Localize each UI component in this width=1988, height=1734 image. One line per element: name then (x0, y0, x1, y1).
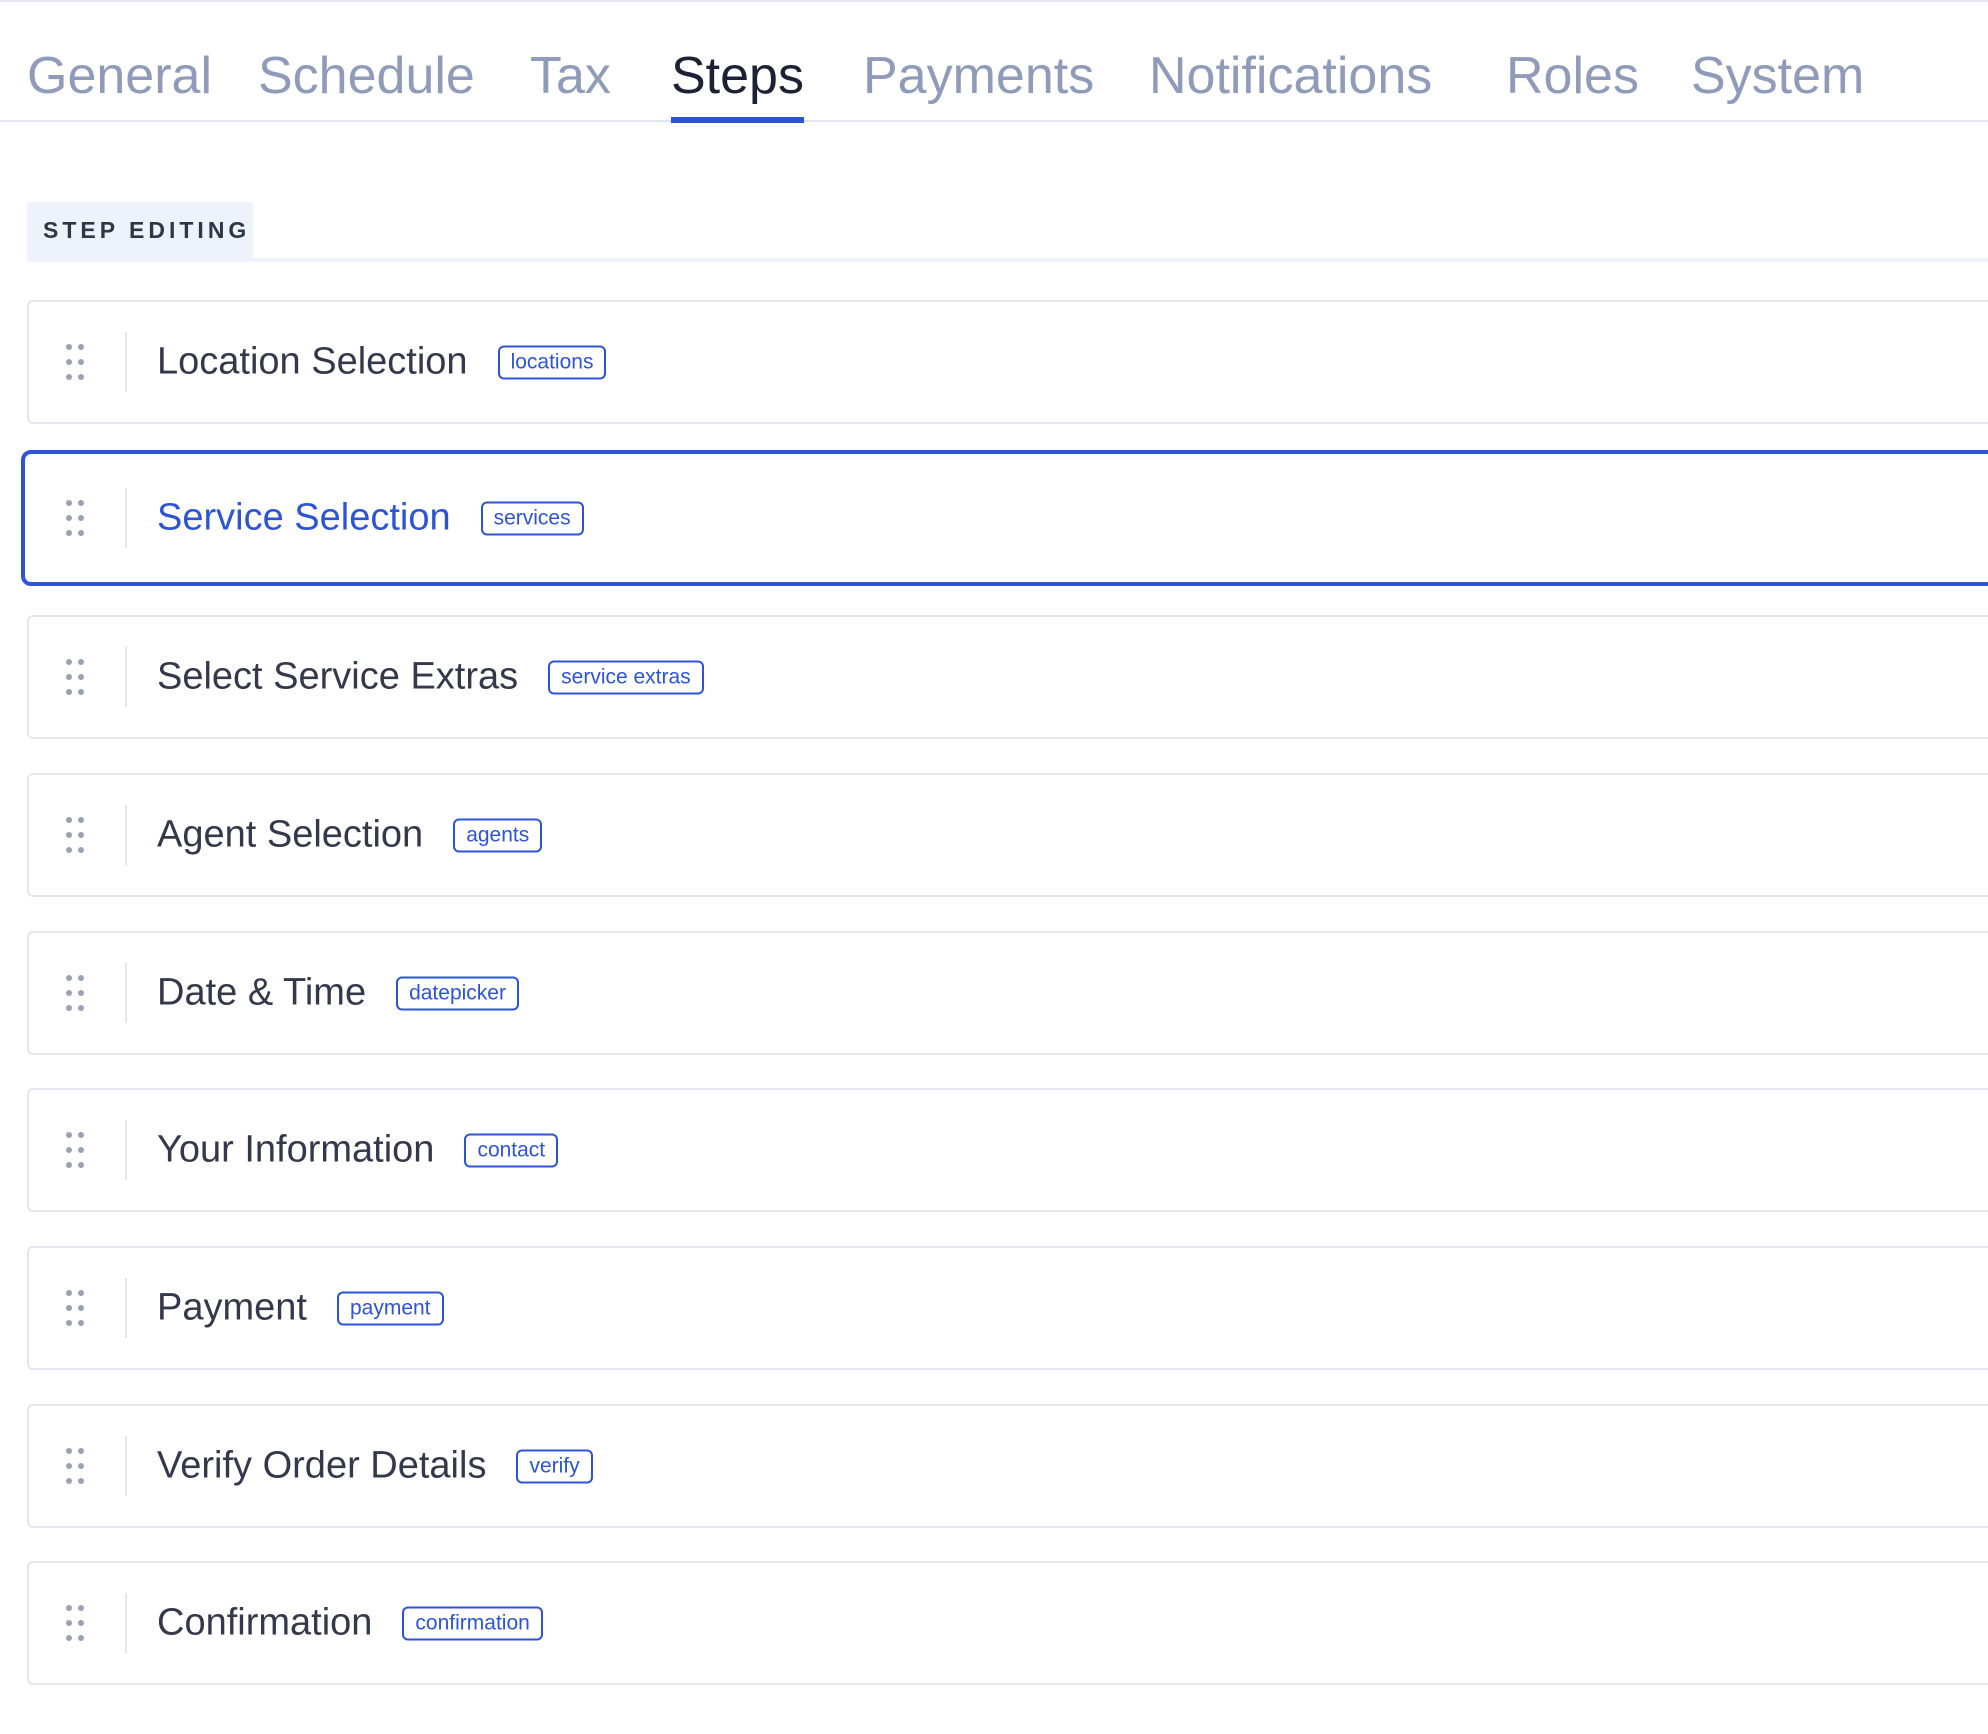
step-row-your-information[interactable]: Your Information contact (27, 1088, 1988, 1212)
step-title: Confirmation confirmation (157, 1602, 543, 1645)
row-divider (125, 805, 127, 865)
tab-schedule[interactable]: Schedule (258, 46, 475, 106)
step-row-select-service-extras[interactable]: Select Service Extras service extras (27, 615, 1988, 739)
step-code-badge: verify (516, 1449, 593, 1483)
step-title: Service Selection services (157, 497, 584, 540)
step-label: Confirmation (157, 1601, 373, 1644)
drag-handle-icon[interactable] (66, 657, 86, 697)
step-label: Select Service Extras (157, 655, 519, 698)
step-row-agent-selection[interactable]: Agent Selection agents (27, 773, 1988, 897)
step-row-confirmation[interactable]: Confirmation confirmation (27, 1561, 1988, 1685)
step-row-service-selection[interactable]: Service Selection services (21, 450, 1988, 586)
drag-handle-icon[interactable] (66, 1288, 86, 1328)
tab-roles[interactable]: Roles (1506, 46, 1639, 106)
step-label: Location Selection (157, 340, 468, 383)
step-label: Your Information (157, 1128, 435, 1171)
step-row-verify-order-details[interactable]: Verify Order Details verify (27, 1404, 1988, 1528)
step-code-badge: agents (453, 818, 543, 852)
drag-handle-icon[interactable] (66, 815, 86, 855)
step-title: Verify Order Details verify (157, 1445, 593, 1488)
step-label: Date & Time (157, 971, 367, 1014)
step-code-badge: payment (336, 1291, 444, 1325)
row-divider (125, 332, 127, 392)
drag-handle-icon[interactable] (66, 1446, 86, 1486)
step-row-location-selection[interactable]: Location Selection locations (27, 300, 1988, 424)
row-divider (125, 488, 127, 548)
step-label: Agent Selection (157, 813, 424, 856)
row-divider (125, 1278, 127, 1338)
step-label: Service Selection (157, 496, 451, 539)
tab-notifications[interactable]: Notifications (1149, 46, 1432, 106)
step-row-date-time[interactable]: Date & Time datepicker (27, 931, 1988, 1055)
step-title: Your Information contact (157, 1128, 559, 1172)
section-header: STEP EDITING (27, 202, 1988, 262)
drag-handle-icon[interactable] (66, 498, 86, 538)
step-code-badge: locations (497, 345, 607, 379)
step-label: Verify Order Details (157, 1444, 487, 1487)
step-title: Location Selection locations (157, 340, 607, 384)
drag-handle-icon[interactable] (66, 342, 86, 382)
drag-handle-icon[interactable] (66, 973, 86, 1013)
step-title: Select Service Extras service extras (157, 656, 704, 699)
settings-tabs: General Schedule Tax Steps Payments Noti… (0, 0, 1988, 123)
tab-payments[interactable]: Payments (863, 46, 1094, 106)
tab-tax[interactable]: Tax (530, 46, 611, 106)
step-title: Payment payment (157, 1287, 444, 1330)
step-code-badge: contact (464, 1133, 559, 1167)
tab-general[interactable]: General (27, 46, 212, 106)
row-divider (125, 1120, 127, 1180)
row-divider (125, 647, 127, 707)
drag-handle-icon[interactable] (66, 1130, 86, 1170)
step-code-badge: confirmation (402, 1606, 543, 1640)
tab-system[interactable]: System (1691, 46, 1864, 106)
row-divider (125, 1593, 127, 1653)
step-title: Date & Time datepicker (157, 972, 519, 1015)
step-row-payment[interactable]: Payment payment (27, 1246, 1988, 1370)
step-code-badge: services (480, 501, 584, 535)
section-title: STEP EDITING (27, 202, 253, 258)
tab-steps[interactable]: Steps (671, 46, 804, 123)
row-divider (125, 963, 127, 1023)
step-label: Payment (157, 1286, 307, 1329)
step-code-badge: datepicker (396, 976, 519, 1010)
row-divider (125, 1436, 127, 1496)
step-code-badge: service extras (548, 660, 704, 694)
step-title: Agent Selection agents (157, 813, 543, 857)
drag-handle-icon[interactable] (66, 1603, 86, 1643)
